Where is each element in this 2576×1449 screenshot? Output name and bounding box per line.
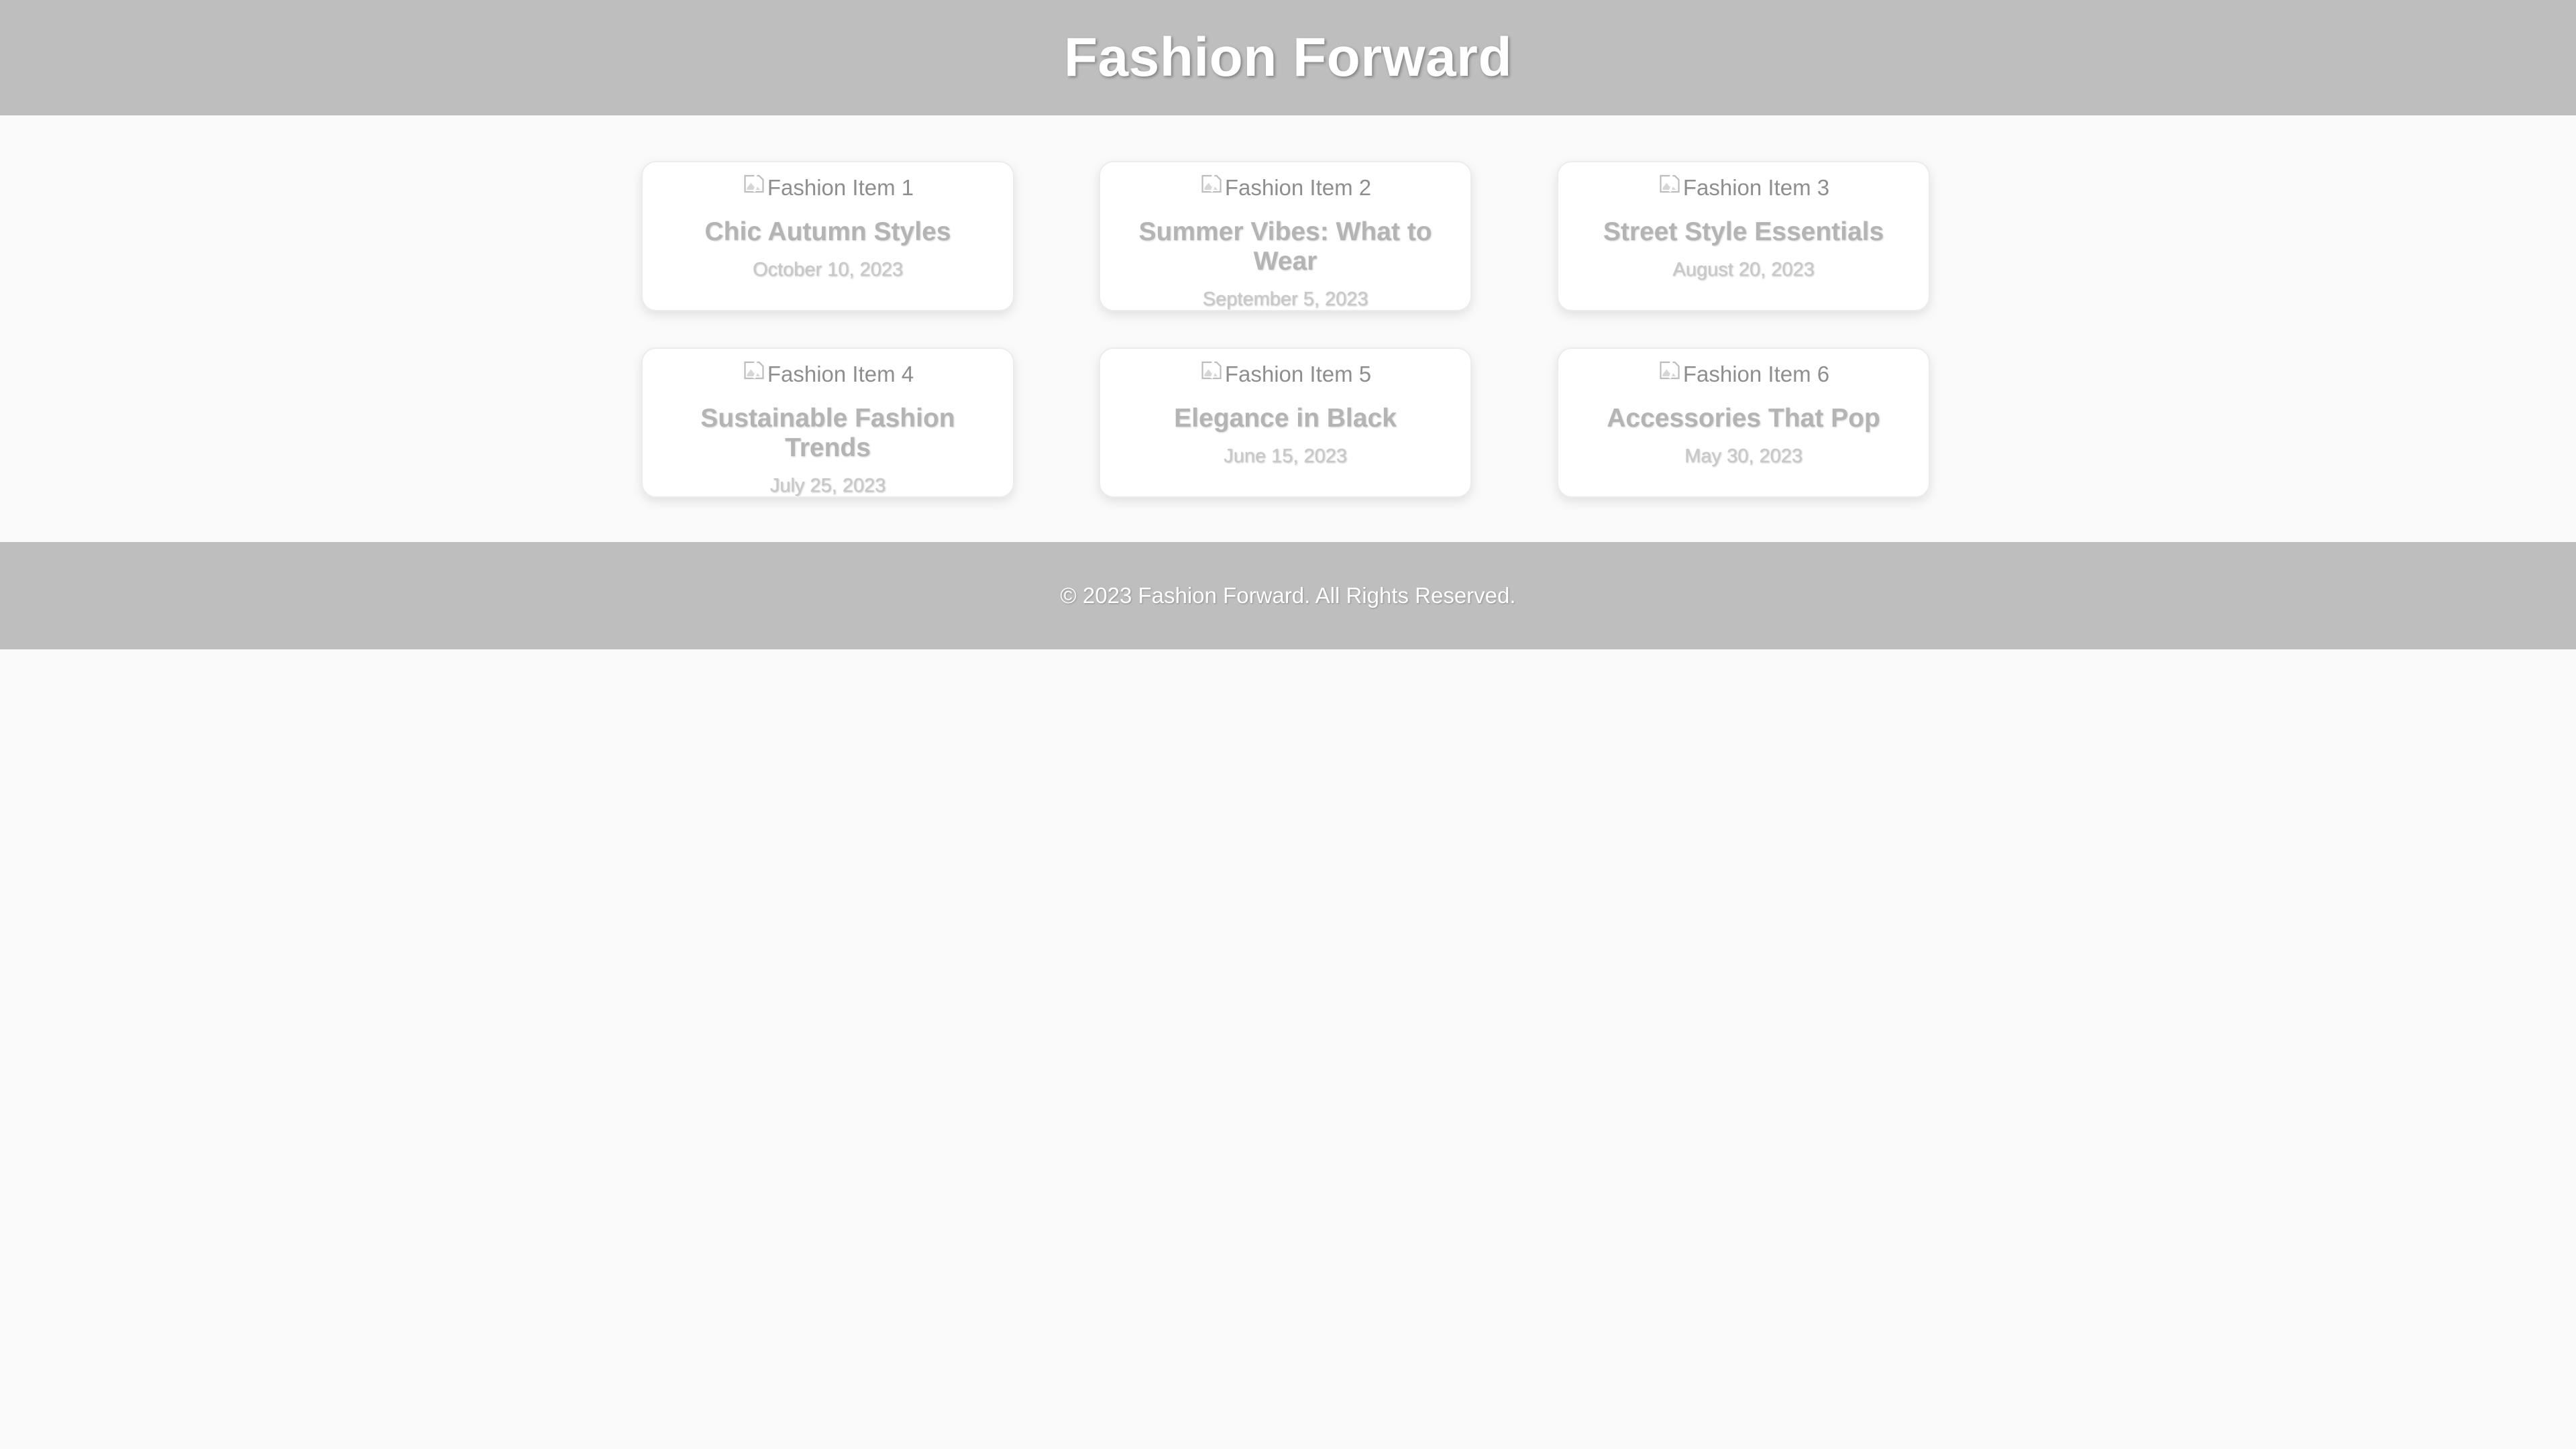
card-title[interactable]: Elegance in Black xyxy=(1127,404,1444,433)
broken-image-icon xyxy=(744,174,764,193)
card-title[interactable]: Chic Autumn Styles xyxy=(669,217,986,247)
card-image: Fashion Item 1 xyxy=(643,173,1013,203)
card-date: October 10, 2023 xyxy=(752,259,904,280)
card-title[interactable]: Summer Vibes: What to Wear xyxy=(1127,217,1444,276)
card-date: July 25, 2023 xyxy=(769,475,886,496)
card-image: Fashion Item 3 xyxy=(1558,173,1929,203)
article-card[interactable]: Fashion Item 6 Accessories That Pop May … xyxy=(1557,347,1930,498)
site-header: Fashion Forward xyxy=(0,0,2576,115)
card-image-alt: Fashion Item 3 xyxy=(1682,175,1830,200)
card-title[interactable]: Street Style Essentials xyxy=(1585,217,1902,247)
broken-image-icon xyxy=(1201,174,1222,193)
card-image: Fashion Item 4 xyxy=(643,360,1013,389)
card-image-alt: Fashion Item 5 xyxy=(1224,362,1372,386)
card-image-alt: Fashion Item 4 xyxy=(767,362,914,386)
article-grid: Fashion Item 1 Chic Autumn Styles Octobe… xyxy=(0,115,2576,542)
card-image: Fashion Item 6 xyxy=(1558,360,1929,389)
broken-image-icon xyxy=(1660,174,1680,193)
article-card[interactable]: Fashion Item 5 Elegance in Black June 15… xyxy=(1099,347,1472,498)
card-image: Fashion Item 5 xyxy=(1100,360,1470,389)
article-card[interactable]: Fashion Item 2 Summer Vibes: What to Wea… xyxy=(1099,161,1472,311)
article-card[interactable]: Fashion Item 3 Street Style Essentials A… xyxy=(1557,161,1930,311)
card-date: May 30, 2023 xyxy=(1684,445,1803,467)
site-footer: © 2023 Fashion Forward. All Rights Reser… xyxy=(0,542,2576,649)
card-title[interactable]: Accessories That Pop xyxy=(1585,404,1902,433)
footer-copyright: © 2023 Fashion Forward. All Rights Reser… xyxy=(1060,583,1516,608)
card-title[interactable]: Sustainable Fashion Trends xyxy=(669,404,986,463)
broken-image-icon xyxy=(744,360,764,380)
card-image: Fashion Item 2 xyxy=(1100,173,1470,203)
broken-image-icon xyxy=(1201,360,1222,380)
broken-image-icon xyxy=(1660,360,1680,380)
article-card[interactable]: Fashion Item 4 Sustainable Fashion Trend… xyxy=(641,347,1014,498)
card-date: August 20, 2023 xyxy=(1672,259,1815,280)
card-date: June 15, 2023 xyxy=(1224,445,1347,467)
card-image-alt: Fashion Item 6 xyxy=(1682,362,1830,386)
article-card[interactable]: Fashion Item 1 Chic Autumn Styles Octobe… xyxy=(641,161,1014,311)
card-date: September 5, 2023 xyxy=(1202,288,1368,310)
card-image-alt: Fashion Item 2 xyxy=(1224,175,1372,200)
card-image-alt: Fashion Item 1 xyxy=(767,175,914,200)
site-title: Fashion Forward xyxy=(1063,27,1513,88)
